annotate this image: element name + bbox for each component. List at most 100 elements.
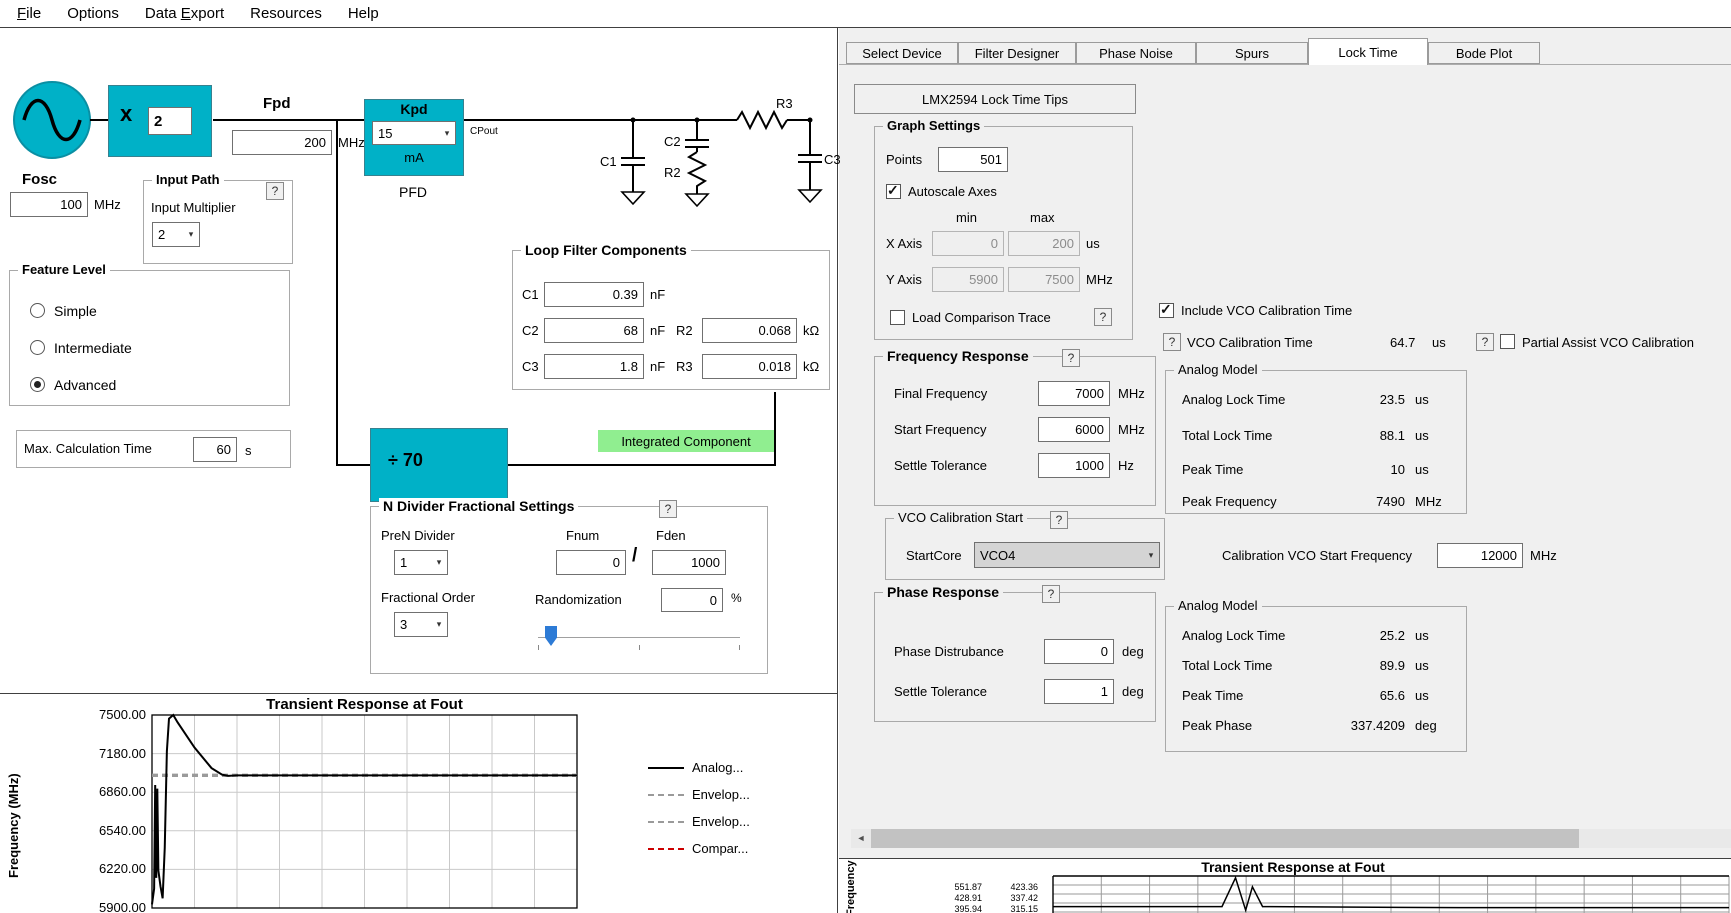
randomization-slider-track[interactable]	[538, 637, 740, 639]
menu-options[interactable]: Options	[54, 1, 132, 26]
phase-disturbance-input[interactable]	[1044, 639, 1114, 664]
pren-divider-value: 1	[400, 555, 408, 570]
r2-label: R2	[664, 165, 681, 180]
feature-level-title: Feature Level	[18, 262, 110, 278]
fpd-input[interactable]	[232, 130, 332, 155]
phase-total-lock-time-label: Total Lock Time	[1182, 658, 1273, 673]
n-divider-title: N Divider Fractional Settings	[379, 498, 579, 514]
slider-tick	[739, 645, 740, 650]
scroll-left-button[interactable]: ◄	[851, 829, 871, 848]
lf-c3-input[interactable]	[544, 354, 644, 379]
graph-settings-title: Graph Settings	[883, 118, 985, 134]
x-min-input[interactable]	[932, 231, 1004, 256]
fractional-order-dropdown[interactable]: 3 ▾	[394, 612, 448, 637]
input-path-help-button[interactable]: ?	[266, 182, 284, 200]
cal-vco-start-freq-input[interactable]	[1437, 543, 1523, 568]
freq-peak-time-unit: us	[1415, 462, 1429, 477]
startcore-value: VCO4	[980, 547, 1016, 563]
loop-filter-title: Loop Filter Components	[521, 242, 691, 258]
integrated-component-tag: Integrated Component	[598, 430, 774, 452]
y-min-input[interactable]	[932, 267, 1004, 292]
start-frequency-input[interactable]	[1038, 417, 1110, 442]
radio-selected-dot	[34, 381, 41, 388]
peak-phase-unit: deg	[1415, 718, 1437, 733]
freq-total-lock-time-label: Total Lock Time	[1182, 428, 1273, 443]
vco-cal-time-help-button[interactable]: ?	[1163, 333, 1181, 351]
points-input[interactable]	[938, 147, 1008, 172]
lf-r2-input[interactable]	[702, 318, 797, 343]
autoscale-checkbox[interactable]: ✓	[886, 182, 901, 199]
max-calc-label: Max. Calculation Time	[24, 441, 152, 456]
settle-tolerance-phase-input[interactable]	[1044, 679, 1114, 704]
lf-r3-input[interactable]	[702, 354, 797, 379]
fosc-input[interactable]	[10, 192, 88, 217]
settle-tolerance-phase-label: Settle Tolerance	[894, 684, 987, 699]
kpd-unit: mA	[404, 150, 424, 165]
x-max-input[interactable]	[1008, 231, 1080, 256]
menu-data-export[interactable]: Data Export	[132, 1, 237, 26]
include-vco-cal-checkbox[interactable]: ✓	[1159, 301, 1174, 318]
multiplier-input[interactable]	[148, 107, 192, 135]
randomization-input[interactable]	[661, 588, 723, 612]
chevron-down-icon: ▾	[444, 127, 450, 138]
load-comparison-checkbox[interactable]	[890, 310, 905, 325]
legend-item: Envelop...	[648, 781, 818, 808]
load-comparison-help-button[interactable]: ?	[1094, 308, 1112, 326]
lock-time-tips-button[interactable]: LMX2594 Lock Time Tips	[854, 84, 1136, 114]
multiplier-symbol: x	[120, 101, 133, 126]
peak-frequency-unit: MHz	[1415, 494, 1442, 509]
radio-advanced[interactable]	[30, 377, 45, 392]
n-divider-help-button[interactable]: ?	[659, 500, 677, 518]
scrollbar-thumb[interactable]	[871, 829, 1579, 848]
partial-assist-help-button[interactable]: ?	[1476, 333, 1494, 351]
tab-bode-plot[interactable]: Bode Plot	[1428, 42, 1540, 64]
y-max-input[interactable]	[1008, 267, 1080, 292]
radio-intermediate[interactable]	[30, 340, 45, 355]
input-multiplier-label: Input Multiplier	[151, 200, 236, 215]
transient-chart-title: Transient Response at Fout	[266, 696, 463, 713]
menu-resources[interactable]: Resources	[237, 1, 335, 26]
x-axis-unit: us	[1086, 236, 1100, 251]
tab-filter-designer[interactable]: Filter Designer	[958, 42, 1076, 64]
phase-disturbance-unit: deg	[1122, 644, 1144, 659]
max-calc-input[interactable]	[193, 437, 237, 462]
pren-divider-dropdown[interactable]: 1 ▾	[394, 550, 448, 575]
lf-c2-input[interactable]	[544, 318, 644, 343]
c1-label: C1	[600, 154, 617, 169]
phase-peak-time-unit: us	[1415, 688, 1429, 703]
settle-tolerance-freq-input[interactable]	[1038, 453, 1110, 478]
phase-analog-lock-time-value: 25.2	[1379, 628, 1405, 643]
tab-phase-noise[interactable]: Phase Noise	[1076, 42, 1196, 64]
tab-select-device[interactable]: Select Device	[846, 42, 958, 64]
menu-file[interactable]: File	[4, 1, 54, 26]
fden-input[interactable]	[652, 550, 726, 575]
phase-analog-model-title: Analog Model	[1174, 598, 1262, 614]
vco-cal-start-help-button[interactable]: ?	[1050, 511, 1068, 529]
input-multiplier-dropdown[interactable]: 2 ▾	[152, 222, 200, 247]
phase-analog-lock-time-unit: us	[1415, 628, 1429, 643]
legend-label: Analog...	[692, 760, 744, 775]
startcore-dropdown[interactable]: VCO4 ▾	[974, 542, 1160, 568]
load-comparison-label: Load Comparison Trace	[912, 310, 1051, 325]
phase-response-help-button[interactable]: ?	[1042, 585, 1060, 603]
tab-spurs[interactable]: Spurs	[1196, 42, 1308, 64]
radio-simple[interactable]	[30, 303, 45, 318]
tab-strip-underline	[839, 64, 1731, 65]
frequency-response-help-button[interactable]: ?	[1062, 349, 1080, 367]
lf-r2-label: R2	[676, 323, 693, 338]
partial-assist-checkbox[interactable]	[1500, 334, 1515, 349]
menu-help[interactable]: Help	[335, 1, 392, 26]
kpd-current-dropdown[interactable]: 15 ▾	[372, 121, 456, 145]
settle-tolerance-freq-label: Settle Tolerance	[894, 458, 987, 473]
radio-simple-label: Simple	[54, 303, 97, 319]
lf-c1-input[interactable]	[544, 282, 644, 307]
max-label: max	[1030, 210, 1055, 225]
app-window: File Options Data Export Resources Help Freq…	[0, 0, 1731, 913]
final-frequency-input[interactable]	[1038, 381, 1110, 406]
kpd-title: Kpd	[400, 101, 428, 117]
peak-frequency-value: 7490	[1376, 494, 1405, 509]
tab-lock-time[interactable]: Lock Time	[1308, 38, 1428, 65]
fnum-input[interactable]	[556, 550, 626, 575]
mini-chart-title: Transient Response at Fout	[1201, 859, 1385, 875]
legend-label: Compar...	[692, 841, 749, 856]
